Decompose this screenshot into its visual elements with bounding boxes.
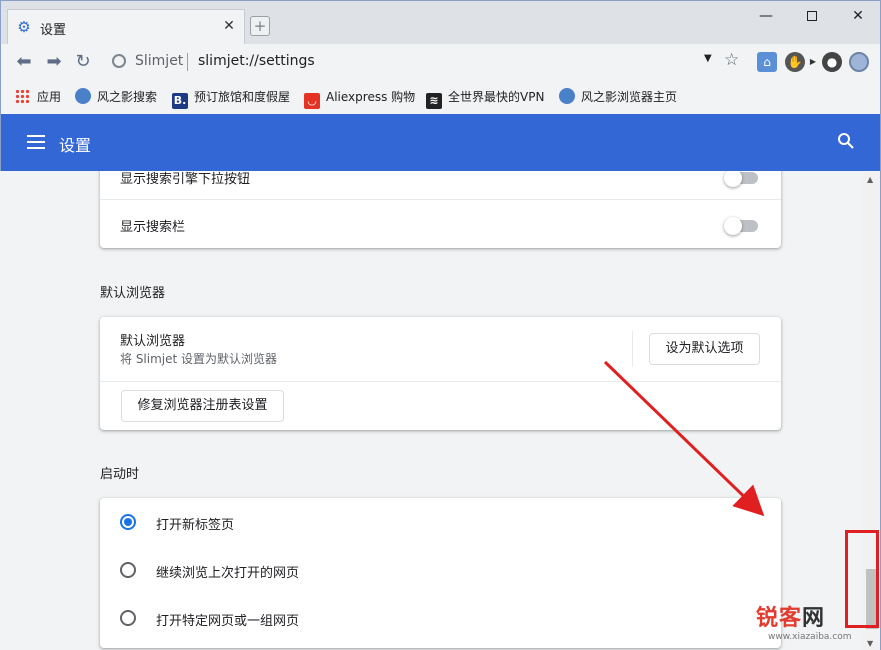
bookmarks-bar: 应用 风之影搜索 B. 预订旅馆和度假屋 ◡ Aliexpress 购物 ≋ 全世界最… [0, 80, 881, 114]
startup-card: 打开新标签页 继续浏览上次打开的网页 打开特定网页或一组网页 [100, 498, 781, 648]
startup-section-title: 启动时 [100, 467, 140, 482]
page-title: 设置 [59, 136, 92, 155]
watermark-url: www.xiazaiba.com [768, 632, 852, 642]
vertical-divider [632, 331, 633, 367]
maximize-button[interactable] [789, 1, 835, 31]
new-tab-button[interactable]: + [250, 16, 270, 36]
search-icon[interactable] [837, 132, 855, 150]
bookmark-label: 预订旅馆和度假屋 [194, 90, 291, 104]
tab-title: 设置 [40, 23, 67, 38]
bookmark-label: 风之影浏览器主页 [581, 90, 678, 104]
maximize-icon [807, 11, 817, 21]
menu-globe-icon[interactable] [849, 52, 869, 72]
show-search-dropdown-toggle[interactable] [724, 171, 758, 187]
row-divider [100, 199, 781, 200]
radio-continue[interactable] [120, 562, 136, 578]
hand-icon[interactable]: ✋ [785, 52, 805, 72]
scroll-down-arrow-icon[interactable]: ▼ [867, 639, 873, 648]
bookmark-fzy-search[interactable]: 风之影搜索 [75, 88, 157, 106]
address-separator [187, 53, 188, 71]
search-engine-card: 显示搜索引擎下拉按钮 显示搜索栏 [100, 171, 781, 248]
scrollbar-highlight-box [845, 530, 879, 628]
apps-grid-icon [15, 89, 29, 103]
watermark-text-red: 锐客 [756, 606, 803, 631]
bookmark-label: 应用 [37, 90, 62, 104]
aliexpress-icon: ◡ [304, 93, 320, 109]
show-search-bar-toggle[interactable] [724, 217, 758, 235]
gear-icon: ⚙ [17, 18, 31, 36]
toolbar: ⬅ ➡ ↻ Slimjet slimjet://settings ▼ ☆ ⌂ ✋… [0, 44, 881, 80]
back-button[interactable]: ⬅ [13, 51, 35, 73]
vpn-icon: ≋ [426, 93, 442, 109]
bookmark-fzy-home[interactable]: 风之影浏览器主页 [559, 88, 677, 106]
radio-new-tab-label[interactable]: 打开新标签页 [156, 514, 234, 533]
bookmark-label: 风之影搜索 [97, 90, 158, 104]
bookmark-apps[interactable]: 应用 [15, 88, 61, 106]
default-browser-section-title: 默认浏览器 [100, 286, 166, 301]
bookmark-vpn[interactable]: ≋ 全世界最快的VPN [426, 88, 545, 109]
watermark-logo: 锐客网 [756, 600, 825, 632]
arrow-right-icon: ▶ [809, 57, 817, 66]
radio-specific-pages-label[interactable]: 打开特定网页或一组网页 [156, 610, 299, 629]
home-icon[interactable]: ⌂ [757, 52, 777, 72]
close-window-button[interactable]: ✕ [835, 1, 881, 31]
hamburger-menu-icon[interactable] [27, 135, 45, 149]
watermark-text-dark: 网 [802, 606, 826, 631]
radio-new-tab[interactable] [120, 514, 136, 530]
radio-specific-pages[interactable] [120, 610, 136, 626]
bookmark-label: Aliexpress 购物 [326, 90, 416, 104]
address-dropdown-icon[interactable]: ▼ [704, 53, 712, 64]
site-name: Slimjet [135, 53, 184, 69]
bookmark-booking[interactable]: B. 预订旅馆和度假屋 [172, 88, 291, 109]
bookmark-star-icon[interactable]: ☆ [724, 50, 739, 70]
scroll-up-arrow-icon[interactable]: ▲ [867, 175, 873, 184]
reload-button[interactable]: ↻ [72, 51, 94, 73]
address-bar[interactable]: Slimjet slimjet://settings ▼ ☆ [104, 48, 746, 76]
default-browser-row-subtitle: 将 Slimjet 设置为默认浏览器 [120, 352, 278, 366]
settings-content: 显示搜索引擎下拉按钮 显示搜索栏 默认浏览器 默认浏览器 将 Slimjet 设… [1, 171, 863, 650]
profile-icon[interactable]: ● [822, 52, 842, 72]
radio-continue-label[interactable]: 继续浏览上次打开的网页 [156, 562, 299, 581]
tab-close-icon[interactable]: ✕ [220, 17, 238, 35]
show-search-dropdown-label: 显示搜索引擎下拉按钮 [120, 172, 251, 187]
repair-registry-button[interactable]: 修复浏览器注册表设置 [121, 390, 284, 422]
default-browser-card: 默认浏览器 将 Slimjet 设置为默认浏览器 设为默认选项 修复浏览器注册表… [100, 317, 781, 430]
booking-icon: B. [172, 93, 188, 109]
show-search-bar-label: 显示搜索栏 [120, 220, 186, 235]
forward-button[interactable]: ➡ [43, 51, 65, 73]
set-default-button[interactable]: 设为默认选项 [649, 333, 760, 365]
bookmark-label: 全世界最快的VPN [448, 90, 545, 104]
site-info-icon[interactable] [112, 54, 126, 68]
default-browser-row-title: 默认浏览器 [120, 334, 186, 349]
url-text[interactable]: slimjet://settings [198, 53, 315, 69]
minimize-button[interactable]: — [743, 1, 789, 31]
bookmark-aliexpress[interactable]: ◡ Aliexpress 购物 [304, 88, 416, 109]
tab-strip: ⚙ 设置 ✕ + — ✕ [0, 0, 881, 45]
globe-icon [559, 88, 575, 104]
settings-header: 设置 [0, 114, 881, 171]
globe-icon [75, 88, 91, 104]
tab-settings[interactable]: ⚙ 设置 ✕ [7, 9, 245, 45]
row-divider [100, 381, 781, 382]
